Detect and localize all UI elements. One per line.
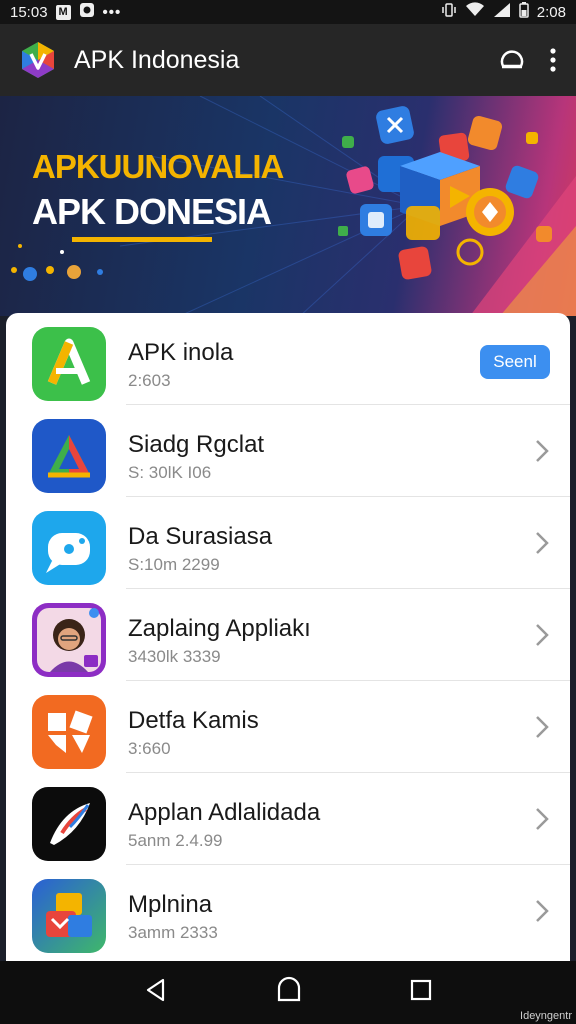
list-item[interactable]: Detfa Kamis 3:660 — [6, 681, 570, 773]
app-meta: 3430lk 3339 — [128, 647, 221, 666]
list-item[interactable]: Zaplaing Appliakı 3430lk 3339 — [6, 589, 570, 681]
chevron-right-icon[interactable] — [534, 529, 550, 562]
banner-underline — [72, 237, 212, 242]
app-name: APK inola — [128, 339, 234, 366]
battery-icon — [519, 2, 529, 22]
app-name: Siadg Rgclat — [128, 431, 265, 458]
app-icon-da-surasiasa — [32, 511, 106, 585]
app-name: Applan Adlalidada — [128, 799, 321, 826]
status-time: 15:03 — [10, 3, 48, 21]
app-icon-detfa-kamis — [32, 695, 106, 769]
chevron-right-icon[interactable] — [534, 805, 550, 838]
app-icon-siadg-rgclat — [32, 419, 106, 493]
app-meta: 3:660 — [128, 739, 171, 758]
recents-icon[interactable] — [409, 978, 433, 1007]
signal-icon — [493, 2, 511, 22]
chevron-right-icon[interactable] — [534, 897, 550, 930]
app-meta: S:10m 2299 — [128, 555, 220, 574]
system-nav-bar — [0, 961, 576, 1024]
banner-app-cubes-illustration — [338, 106, 552, 280]
app-list: APK inola 2:603 Seenl Siadg Rgclat S: 30… — [6, 313, 570, 963]
app-title: APK Indonesia — [74, 45, 240, 74]
app-meta: 2:603 — [128, 371, 171, 390]
chevron-right-icon[interactable] — [534, 437, 550, 470]
list-item[interactable]: Applan Adlalidada 5anm 2.4.99 — [6, 773, 570, 865]
status-right: 2:08 — [441, 2, 566, 22]
promo-banner[interactable]: APKUUNOVALIA APK DONESIA — [0, 96, 576, 316]
app-name: Mplnina — [128, 891, 213, 918]
send-button[interactable]: Seenl — [480, 345, 550, 379]
app-name: Zaplaing Appliakı — [128, 615, 311, 642]
list-item[interactable]: APK inola 2:603 Seenl — [6, 313, 570, 405]
app-name: Detfa Kamis — [128, 707, 259, 734]
banner-headline: APKUUNOVALIA — [32, 148, 284, 185]
app-meta: S: 30lK I06 — [128, 463, 212, 482]
overflow-menu-icon[interactable] — [548, 47, 558, 73]
search-icon[interactable] — [498, 46, 526, 74]
chevron-right-icon[interactable] — [534, 713, 550, 746]
gmail-notification-icon: M — [55, 4, 71, 20]
app-actions — [498, 46, 558, 74]
status-right-time: 2:08 — [536, 3, 566, 21]
app-meta: 5anm 2.4.99 — [128, 831, 223, 850]
app-icon-mplnina — [32, 879, 106, 953]
vibrate-icon — [441, 2, 457, 22]
wifi-icon — [465, 2, 485, 22]
status-bar: 15:03 M ••• 2:08 — [0, 0, 576, 24]
status-left: 15:03 M ••• — [10, 2, 121, 22]
banner-subheadline: APK DONESIA — [32, 191, 272, 232]
chevron-right-icon[interactable] — [534, 621, 550, 654]
home-icon[interactable] — [275, 976, 303, 1009]
record-notification-icon — [79, 2, 95, 22]
list-item[interactable]: Da Surasiasa S:10m 2299 — [6, 497, 570, 589]
app-logo-icon — [18, 40, 58, 80]
list-item[interactable]: Mplnina 3amm 2333 — [6, 865, 570, 957]
app-icon-zaplaing-avatar — [32, 603, 106, 677]
back-icon[interactable] — [143, 977, 169, 1008]
watermark: Ideyngentr — [520, 1010, 572, 1022]
app-icon-applan-adlalidada — [32, 787, 106, 861]
app-meta: 3amm 2333 — [128, 923, 218, 942]
list-item[interactable]: Siadg Rgclat S: 30lK I06 — [6, 405, 570, 497]
app-name: Da Surasiasa — [128, 523, 273, 550]
more-notifications-icon: ••• — [102, 3, 122, 21]
app-icon-apk-inola — [32, 327, 106, 401]
app-bar: APK Indonesia — [0, 24, 576, 96]
